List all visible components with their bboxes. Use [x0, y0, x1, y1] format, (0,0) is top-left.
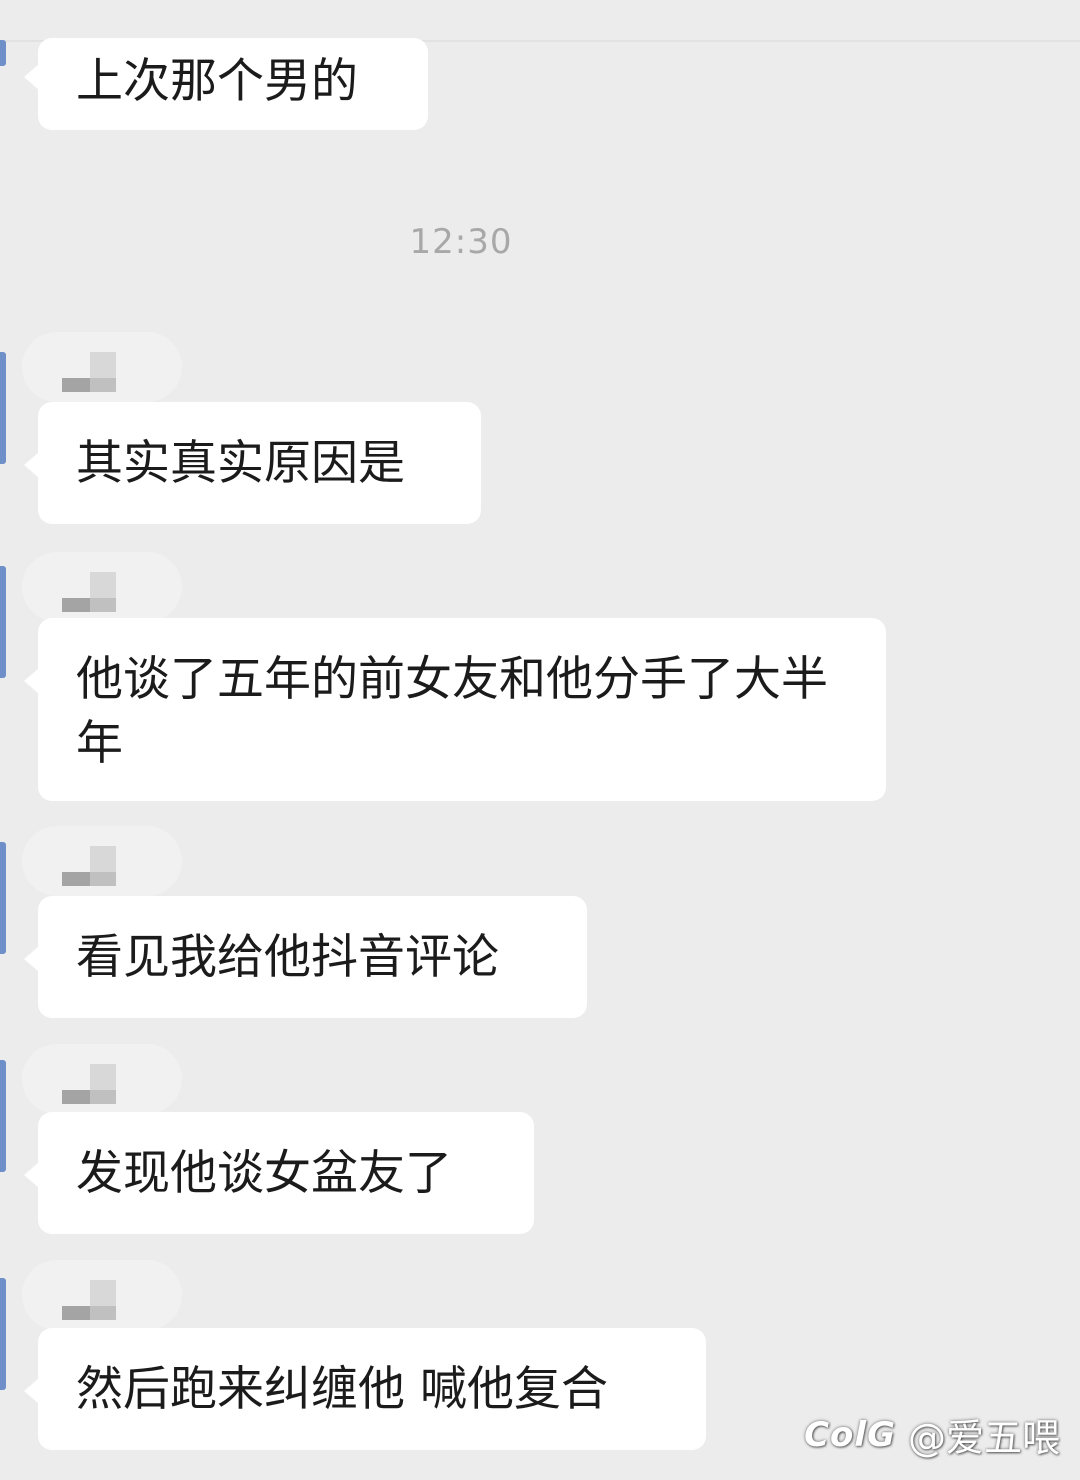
message-text: 其实真实原因是: [76, 436, 405, 491]
sender-name-blurred: [22, 1260, 182, 1334]
message-bubble[interactable]: 发现他谈女盆友了: [24, 1112, 534, 1234]
message-bubble[interactable]: 然后跑来纠缠他 喊他复合: [24, 1328, 706, 1450]
message-text: 上次那个男的: [76, 54, 358, 109]
avatar-edge[interactable]: [0, 40, 6, 66]
message-bubble[interactable]: 上次那个男的: [24, 38, 428, 130]
avatar-edge[interactable]: [0, 566, 6, 678]
avatar-edge[interactable]: [0, 1278, 6, 1390]
message-text: 他谈了五年的前女友和他分手了大半年: [76, 652, 828, 771]
watermark: ColG @爱五喂: [804, 1407, 1060, 1462]
watermark-handle: @爱五喂: [907, 1416, 1060, 1460]
sender-name-blurred: [22, 332, 182, 406]
avatar-edge[interactable]: [0, 842, 6, 954]
message-bubble[interactable]: 其实真实原因是: [24, 402, 481, 524]
message-text: 看见我给他抖音评论: [76, 930, 499, 985]
message-bubble[interactable]: 他谈了五年的前女友和他分手了大半年: [24, 618, 886, 801]
sender-name-blurred: [22, 1044, 182, 1118]
message-text: 然后跑来纠缠他 喊他复合: [76, 1362, 608, 1417]
message-text: 发现他谈女盆友了: [76, 1146, 452, 1201]
watermark-logo: ColG: [804, 1414, 896, 1455]
avatar-edge[interactable]: [0, 352, 6, 464]
timestamp: 12:30: [409, 222, 513, 262]
avatar-edge[interactable]: [0, 1060, 6, 1172]
sender-name-blurred: [22, 826, 182, 900]
message-bubble[interactable]: 看见我给他抖音评论: [24, 896, 587, 1018]
